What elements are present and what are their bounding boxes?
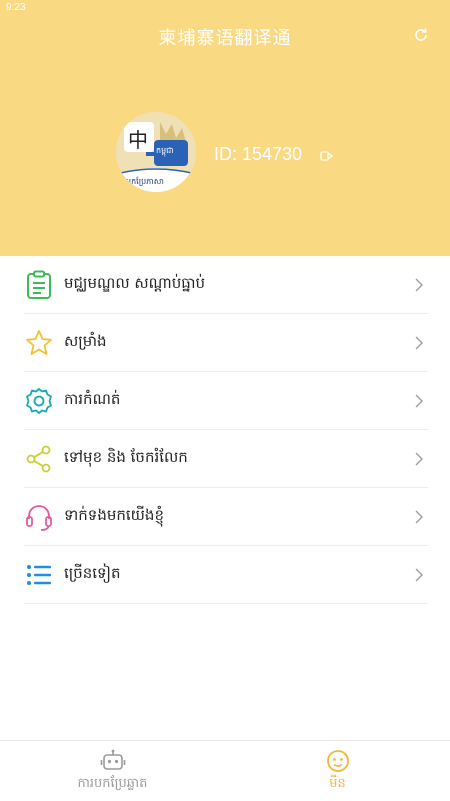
user-id: ID: 154730 [214,144,303,164]
tab-translate[interactable]: ការបកប្រែឆ្លាត [0,741,225,801]
menu-list: មជ្ឈមណ្ឌល សណ្ដាប់ធ្នាប់ សម្រាំង ការកំណត់… [0,256,450,604]
chevron-right-icon [415,394,423,408]
list-icon [27,565,51,585]
star-icon [26,330,52,355]
logo-caption: បកប្រែភាសា [126,177,164,186]
tab-mine[interactable]: មីន [225,741,450,801]
tab-label-mine: មីន [329,776,346,791]
chevron-right-icon [415,568,423,582]
tab-label-translate: ការបកប្រែឆ្លាត [77,776,148,791]
id-forward-icon[interactable] [320,150,334,162]
status-time: 9:23 [6,2,26,13]
bottom-tab-bar: ការបកប្រែឆ្លាត មីន [0,740,450,800]
logo-badge-text: កម្ពុជា [156,146,174,155]
menu-label-settings: ការកំណត់ [64,390,121,408]
app-title: 柬埔寨语翻译通 [158,28,292,49]
robot-icon [100,749,126,770]
menu-label-history: មជ្ឈមណ្ឌល សណ្ដាប់ធ្នាប់ [64,274,206,292]
chevron-right-icon [415,510,423,524]
menu-label-contact: ទាក់ទងមកយើងខ្ញុំ [64,506,164,524]
clipboard-icon [27,270,51,299]
menu-label-favorites: សម្រាំង [64,332,107,350]
menu-item-settings[interactable]: ការកំណត់ [24,372,428,430]
menu-item-more[interactable]: ច្រើនទៀត [24,546,428,604]
logo-char: 中 [128,128,148,152]
menu-item-contact[interactable]: ទាក់ទងមកយើងខ្ញុំ [24,488,428,546]
menu-label-more: ច្រើនទៀត [64,564,121,582]
profile-header: 9:23 柬埔寨语翻译通 中 កម្ពុជា បកប្រែភាសា ID: 15… [0,0,450,256]
menu-item-share[interactable]: ទៅមុខ និង ចែករំលែក [24,430,428,488]
chevron-right-icon [415,278,423,292]
menu-label-share: ទៅមុខ និង ចែករំលែក [64,448,188,466]
smiley-icon [327,750,349,772]
refresh-icon[interactable] [413,27,429,43]
avatar[interactable]: 中 កម្ពុជា បកប្រែភាសា [116,112,196,192]
menu-item-history[interactable]: មជ្ឈមណ្ឌល សណ្ដាប់ធ្នាប់ [24,256,428,314]
chevron-right-icon [415,336,423,350]
headset-icon [26,505,52,531]
menu-item-favorites[interactable]: សម្រាំង [24,314,428,372]
chevron-right-icon [415,452,423,466]
share-icon [26,445,51,473]
gear-icon [26,388,52,414]
